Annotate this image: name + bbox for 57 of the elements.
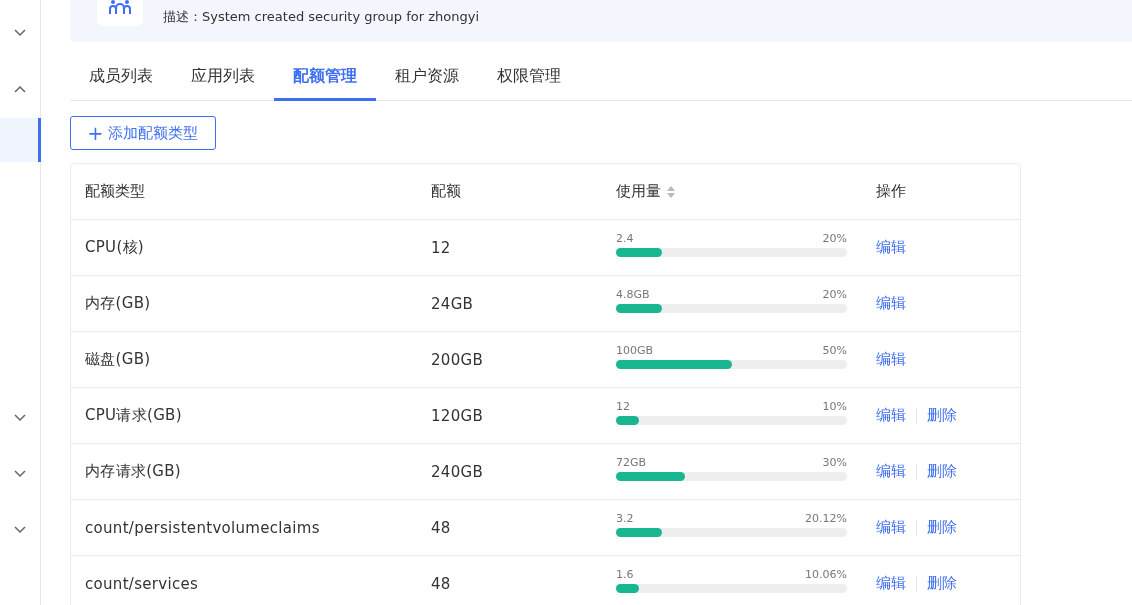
table-cell-text: CPU请求(GB) — [85, 406, 183, 425]
usage-percent: 20.12% — [805, 512, 847, 525]
add-quota-type-button[interactable]: + 添加配额类型 — [70, 116, 216, 150]
action-link[interactable]: 编辑 — [876, 462, 906, 481]
usage-percent: 30% — [822, 456, 847, 469]
column-header: 操作 — [876, 182, 906, 201]
usage-value: 2.4 — [616, 232, 634, 245]
column-header: 配额类型 — [85, 182, 145, 201]
usage-value: 1.6 — [616, 568, 634, 581]
chevron-down-icon[interactable] — [14, 470, 26, 478]
action-link[interactable]: 编辑 — [876, 406, 906, 425]
chevron-down-icon[interactable] — [14, 414, 26, 422]
chevron-down-icon[interactable] — [14, 526, 26, 534]
action-link[interactable]: 删除 — [927, 462, 957, 481]
chevron-down-icon[interactable] — [14, 29, 26, 37]
usage-value: 100GB — [616, 344, 654, 357]
action-link[interactable]: 删除 — [927, 574, 957, 593]
action-link[interactable]: 编辑 — [876, 350, 906, 369]
table-cell-text: CPU(核) — [85, 238, 145, 257]
column-header: 使用量 — [616, 182, 661, 201]
people-icon — [108, 0, 132, 16]
table-cell-text: 200GB — [431, 350, 485, 369]
action-link[interactable]: 编辑 — [876, 574, 906, 593]
tab[interactable]: 成员列表 — [70, 55, 172, 101]
usage-value: 4.8GB — [616, 288, 650, 301]
table-cell-text: 48 — [431, 518, 452, 537]
tab[interactable]: 应用列表 — [172, 55, 274, 101]
table-cell-text: 240GB — [431, 462, 485, 481]
table-cell-text: count/persistentvolumeclaims — [85, 518, 321, 537]
usage-percent: 20% — [822, 288, 847, 301]
table-cell-text: 内存请求(GB) — [85, 462, 183, 481]
table-cell-text: 120GB — [431, 406, 485, 425]
usage-percent: 50% — [822, 344, 847, 357]
chevron-up-icon[interactable] — [14, 85, 26, 93]
usage-percent: 20% — [822, 232, 847, 245]
table-cell-text: 48 — [431, 574, 452, 593]
table-cell-text: 内存(GB) — [85, 294, 152, 313]
action-link[interactable]: 删除 — [927, 406, 957, 425]
usage-percent: 10.06% — [805, 568, 847, 581]
action-link[interactable]: 删除 — [927, 518, 957, 537]
usage-value: 3.2 — [616, 512, 634, 525]
tab[interactable]: 租户资源 — [376, 55, 478, 101]
table-cell-text: 24GB — [431, 294, 475, 313]
table-cell-text: 磁盘(GB) — [85, 350, 152, 369]
usage-value: 72GB — [616, 456, 647, 469]
column-header: 配额 — [431, 182, 461, 201]
tab[interactable]: 权限管理 — [478, 55, 580, 101]
usage-percent: 10% — [822, 400, 847, 413]
action-link[interactable]: 编辑 — [876, 518, 906, 537]
usage-value: 12 — [616, 400, 630, 413]
sidebar-item[interactable] — [0, 118, 41, 162]
group-description: 描述：System created security group for zhongyi — [163, 8, 479, 26]
action-link[interactable]: 编辑 — [876, 294, 906, 313]
table-cell-text: 12 — [431, 238, 452, 257]
action-link[interactable]: 编辑 — [876, 238, 906, 257]
table-cell-text: count/services — [85, 574, 200, 593]
tab[interactable]: 配额管理 — [274, 55, 376, 101]
